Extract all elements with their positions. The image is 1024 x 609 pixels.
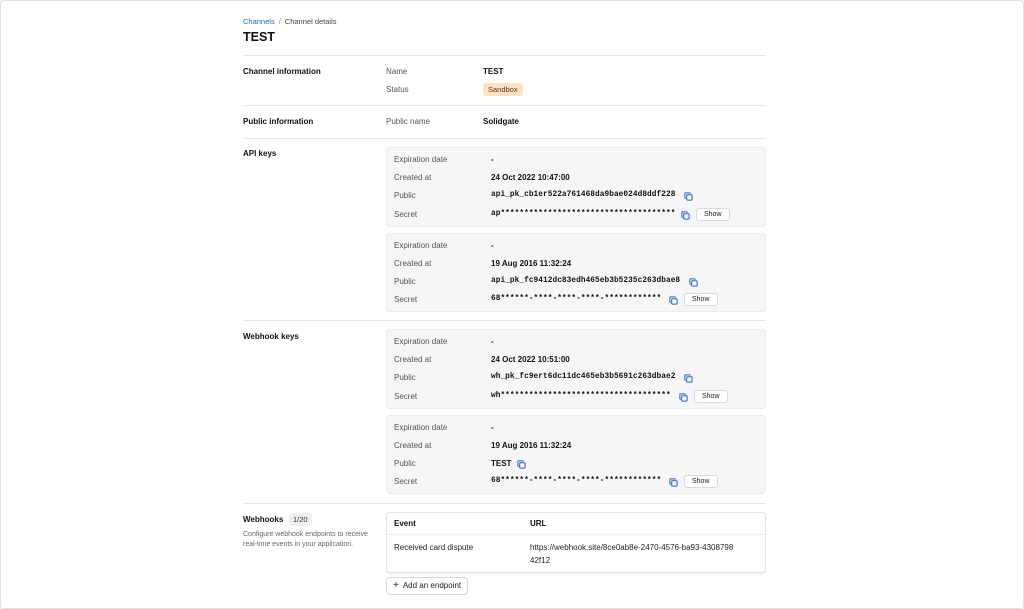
breadcrumb-separator: / bbox=[278, 17, 281, 26]
section-title-channel-information: Channel information bbox=[243, 67, 321, 76]
webhook-event: Received card dispute bbox=[394, 543, 474, 552]
public-name-label: Public name bbox=[386, 117, 431, 126]
public-key-value: TEST bbox=[491, 459, 512, 468]
copy-icon[interactable] bbox=[684, 192, 693, 201]
status-badge: Sandbox bbox=[483, 83, 523, 96]
copy-icon[interactable] bbox=[681, 211, 690, 220]
public-label: Public bbox=[394, 277, 416, 286]
secret-key-value: 68******-****-****-****-************ bbox=[491, 295, 662, 303]
add-endpoint-button[interactable]: + Add an endpoint bbox=[386, 577, 468, 595]
expiration-label: Expiration date bbox=[394, 241, 448, 250]
public-key-value: api_pk_cb1er522a761468da9bae024d8ddf228 bbox=[491, 191, 676, 199]
show-secret-button[interactable]: Show bbox=[684, 475, 718, 488]
divider bbox=[243, 503, 766, 504]
copy-icon[interactable] bbox=[517, 460, 526, 469]
copy-icon[interactable] bbox=[669, 296, 678, 305]
created-value: 24 Oct 2022 10:47:00 bbox=[491, 173, 570, 182]
public-label: Public bbox=[394, 459, 416, 468]
secret-label: Secret bbox=[394, 210, 418, 219]
created-value: 19 Aug 2016 11:32:24 bbox=[491, 441, 572, 450]
add-endpoint-label: Add an endpoint bbox=[402, 581, 462, 590]
copy-icon[interactable] bbox=[679, 393, 688, 402]
section-title-webhook-keys: Webhook keys bbox=[243, 332, 299, 341]
section-title-api-keys: API keys bbox=[243, 149, 277, 158]
page-title: TEST bbox=[243, 30, 275, 44]
name-value: TEST bbox=[483, 67, 504, 76]
created-value: 19 Aug 2016 11:32:24 bbox=[491, 259, 572, 268]
expiration-label: Expiration date bbox=[394, 337, 448, 346]
table-header: Event URL bbox=[387, 513, 765, 535]
secret-key-value: ap************************************* bbox=[491, 210, 676, 218]
secret-label: Secret bbox=[394, 295, 418, 304]
webhooks-description: Configure webhook endpoints to receive r… bbox=[243, 531, 368, 548]
webhooks-count-badge: 1/20 bbox=[289, 513, 312, 526]
breadcrumb: Channels / Channel details bbox=[243, 17, 337, 26]
plus-icon: + bbox=[393, 580, 399, 591]
copy-icon[interactable] bbox=[684, 374, 693, 383]
expiration-value: - bbox=[491, 241, 494, 250]
public-name-value: Solidgate bbox=[483, 117, 520, 126]
secret-key-value: 68******-****-****-****-************ bbox=[491, 477, 662, 485]
public-key-value: wh_pk_fc9ert6dc11dc465eb3b5691c263dbae2 bbox=[491, 373, 676, 381]
column-header-event: Event bbox=[394, 519, 416, 528]
public-label: Public bbox=[394, 191, 416, 200]
copy-icon[interactable] bbox=[689, 278, 698, 287]
webhook-key-card: Expiration date - Created at 24 Oct 2022… bbox=[386, 329, 766, 409]
created-label: Created at bbox=[394, 355, 432, 364]
divider bbox=[243, 320, 766, 321]
expiration-value: - bbox=[491, 337, 494, 346]
created-label: Created at bbox=[394, 173, 432, 182]
divider bbox=[243, 138, 766, 139]
section-title-public-information: Public information bbox=[243, 117, 314, 126]
copy-icon[interactable] bbox=[669, 478, 678, 487]
api-key-card: Expiration date - Created at 24 Oct 2022… bbox=[386, 147, 766, 227]
webhooks-table: Event URL Received card dispute https://… bbox=[386, 512, 766, 573]
section-title-webhooks: Webhooks bbox=[243, 515, 284, 524]
app-window: Channels / Channel details TEST Channel in… bbox=[0, 0, 1024, 609]
show-secret-button[interactable]: Show bbox=[684, 293, 718, 306]
secret-label: Secret bbox=[394, 392, 418, 401]
public-label: Public bbox=[394, 373, 416, 382]
show-secret-button[interactable]: Show bbox=[696, 208, 730, 221]
divider bbox=[243, 55, 766, 56]
secret-key-value: wh************************************ bbox=[491, 392, 671, 400]
secret-label: Secret bbox=[394, 477, 418, 486]
expiration-value: - bbox=[491, 423, 494, 432]
column-header-url: URL bbox=[530, 519, 547, 528]
created-label: Created at bbox=[394, 259, 432, 268]
breadcrumb-current: Channel details bbox=[284, 17, 337, 26]
public-key-value: api_pk_fc9412dc83edh465eb3b5235c263dbae8 bbox=[491, 277, 681, 285]
name-label: Name bbox=[386, 67, 408, 76]
created-value: 24 Oct 2022 10:51:00 bbox=[491, 355, 570, 364]
webhook-key-card: Expiration date - Created at 19 Aug 2016… bbox=[386, 415, 766, 494]
webhook-url: https://webhook.site/8ce0ab8e-2470-4576-… bbox=[530, 543, 734, 565]
breadcrumb-channels-link[interactable]: Channels bbox=[243, 17, 275, 26]
created-label: Created at bbox=[394, 441, 432, 450]
expiration-label: Expiration date bbox=[394, 155, 448, 164]
api-key-card: Expiration date - Created at 19 Aug 2016… bbox=[386, 233, 766, 312]
status-label: Status bbox=[386, 85, 409, 94]
expiration-label: Expiration date bbox=[394, 423, 448, 432]
divider bbox=[243, 105, 766, 106]
expiration-value: - bbox=[491, 155, 494, 164]
show-secret-button[interactable]: Show bbox=[694, 390, 728, 403]
